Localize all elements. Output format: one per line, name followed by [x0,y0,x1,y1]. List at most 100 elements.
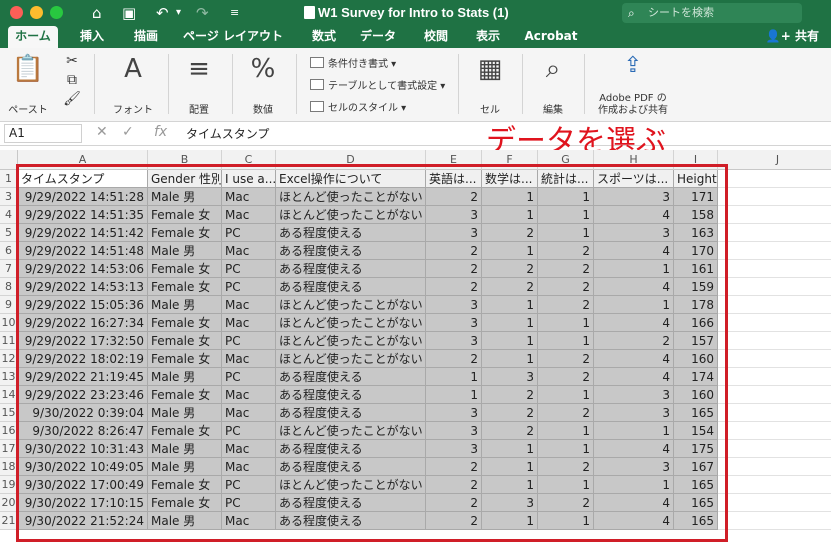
data-cell[interactable]: 1 [482,332,538,350]
data-cell[interactable]: PC [222,260,276,278]
tab-view[interactable]: 表示 [468,26,508,48]
data-cell[interactable]: 4 [594,512,674,530]
share-button[interactable]: 👤+ 共有 [766,26,819,46]
data-cell[interactable]: 1 [482,458,538,476]
data-cell[interactable]: 161 [674,260,718,278]
row-header[interactable]: 14 [0,386,18,404]
data-cell[interactable]: 1 [594,476,674,494]
save-icon[interactable]: ▣ [122,3,136,23]
column-title-cell[interactable]: 数学は... [482,170,538,188]
data-cell[interactable]: 2 [426,512,482,530]
empty-cell[interactable] [718,260,831,278]
data-cell[interactable]: Mac [222,404,276,422]
sheet-search-input[interactable]: ⌕ シートを検索 [622,3,802,23]
data-cell[interactable]: Female 女 [148,224,222,242]
data-cell[interactable]: ほとんど使ったことがない [276,206,426,224]
data-cell[interactable]: ほとんど使ったことがない [276,188,426,206]
data-cell[interactable]: 160 [674,386,718,404]
data-cell[interactable]: 1 [538,314,594,332]
data-cell[interactable]: 2 [426,278,482,296]
cells-button[interactable]: ▦ セル [466,52,514,118]
data-cell[interactable]: Female 女 [148,422,222,440]
data-cell[interactable]: 2 [426,242,482,260]
data-cell[interactable]: 3 [426,440,482,458]
column-title-cell[interactable]: Gender 性別 [148,170,222,188]
zoom-window-button[interactable] [50,6,63,19]
data-cell[interactable]: 4 [594,368,674,386]
row-header[interactable]: 5 [0,224,18,242]
data-cell[interactable]: ある程度使える [276,242,426,260]
row-header[interactable]: 3 [0,188,18,206]
data-cell[interactable]: ほとんど使ったことがない [276,422,426,440]
data-cell[interactable]: 2 [482,260,538,278]
row-header[interactable]: 8 [0,278,18,296]
data-cell[interactable]: Male 男 [148,404,222,422]
empty-cell[interactable] [718,404,831,422]
conditional-formatting-button[interactable]: 条件付き書式 ▾ [310,55,396,70]
row-header[interactable]: 10 [0,314,18,332]
empty-cell[interactable] [718,440,831,458]
data-cell[interactable]: 165 [674,494,718,512]
data-cell[interactable]: 2 [482,278,538,296]
data-cell[interactable]: Mac [222,242,276,260]
data-cell[interactable]: 4 [594,314,674,332]
data-cell[interactable]: ある程度使える [276,386,426,404]
data-cell[interactable]: 154 [674,422,718,440]
data-cell[interactable]: 2 [426,458,482,476]
data-cell[interactable]: 3 [426,296,482,314]
name-box[interactable]: A1 [4,124,82,143]
data-cell[interactable]: 165 [674,404,718,422]
data-cell[interactable]: 1 [426,386,482,404]
empty-cell[interactable] [718,332,831,350]
data-cell[interactable]: Male 男 [148,242,222,260]
data-cell[interactable]: 1 [482,242,538,260]
data-cell[interactable]: ある程度使える [276,224,426,242]
column-title-cell[interactable]: I use a... [222,170,276,188]
tab-home[interactable]: ホーム [8,26,58,48]
cut-icon[interactable]: ✂ [58,52,86,71]
data-cell[interactable]: Male 男 [148,440,222,458]
data-cell[interactable]: 1 [538,422,594,440]
data-cell[interactable]: 1 [538,476,594,494]
data-cell[interactable]: 2 [482,422,538,440]
data-cell[interactable]: Mac [222,386,276,404]
data-cell[interactable]: 9/30/2022 0:39:04 [18,404,148,422]
data-cell[interactable]: Mac [222,206,276,224]
data-cell[interactable]: 3 [426,332,482,350]
data-cell[interactable]: 1 [538,512,594,530]
format-as-table-button[interactable]: テーブルとして書式設定 ▾ [310,77,445,92]
data-cell[interactable]: Male 男 [148,188,222,206]
column-header-i[interactable]: I [674,150,718,170]
data-cell[interactable]: 2 [538,296,594,314]
copy-icon[interactable]: ⧉ [58,71,86,90]
data-cell[interactable]: 4 [594,206,674,224]
tab-formulas[interactable]: 数式 [304,26,344,48]
data-cell[interactable]: 2 [594,332,674,350]
data-cell[interactable]: 3 [594,188,674,206]
empty-cell[interactable] [718,494,831,512]
empty-cell[interactable] [718,206,831,224]
data-cell[interactable]: 175 [674,440,718,458]
data-cell[interactable]: 1 [594,260,674,278]
data-cell[interactable]: 2 [538,260,594,278]
data-cell[interactable]: PC [222,332,276,350]
data-cell[interactable]: Female 女 [148,206,222,224]
data-cell[interactable]: 2 [426,188,482,206]
data-cell[interactable]: 160 [674,350,718,368]
cancel-icon[interactable]: ✕ [96,124,108,140]
column-title-cell[interactable]: Excel操作について [276,170,426,188]
tab-insert[interactable]: 挿入 [72,26,112,48]
row-header[interactable]: 6 [0,242,18,260]
data-cell[interactable]: 157 [674,332,718,350]
data-cell[interactable]: 9/29/2022 16:27:34 [18,314,148,332]
data-cell[interactable]: 3 [426,422,482,440]
row-header[interactable]: 15 [0,404,18,422]
undo-icon[interactable]: ↶ [156,3,169,23]
empty-cell[interactable] [718,188,831,206]
insert-function-icon[interactable]: fx [154,124,167,140]
adobe-pdf-button[interactable]: ⇪ Adobe PDF の 作成および共有 [590,52,676,118]
empty-cell[interactable] [718,242,831,260]
column-title-cell[interactable]: 統計は... [538,170,594,188]
empty-cell[interactable] [718,458,831,476]
data-cell[interactable]: ある程度使える [276,494,426,512]
